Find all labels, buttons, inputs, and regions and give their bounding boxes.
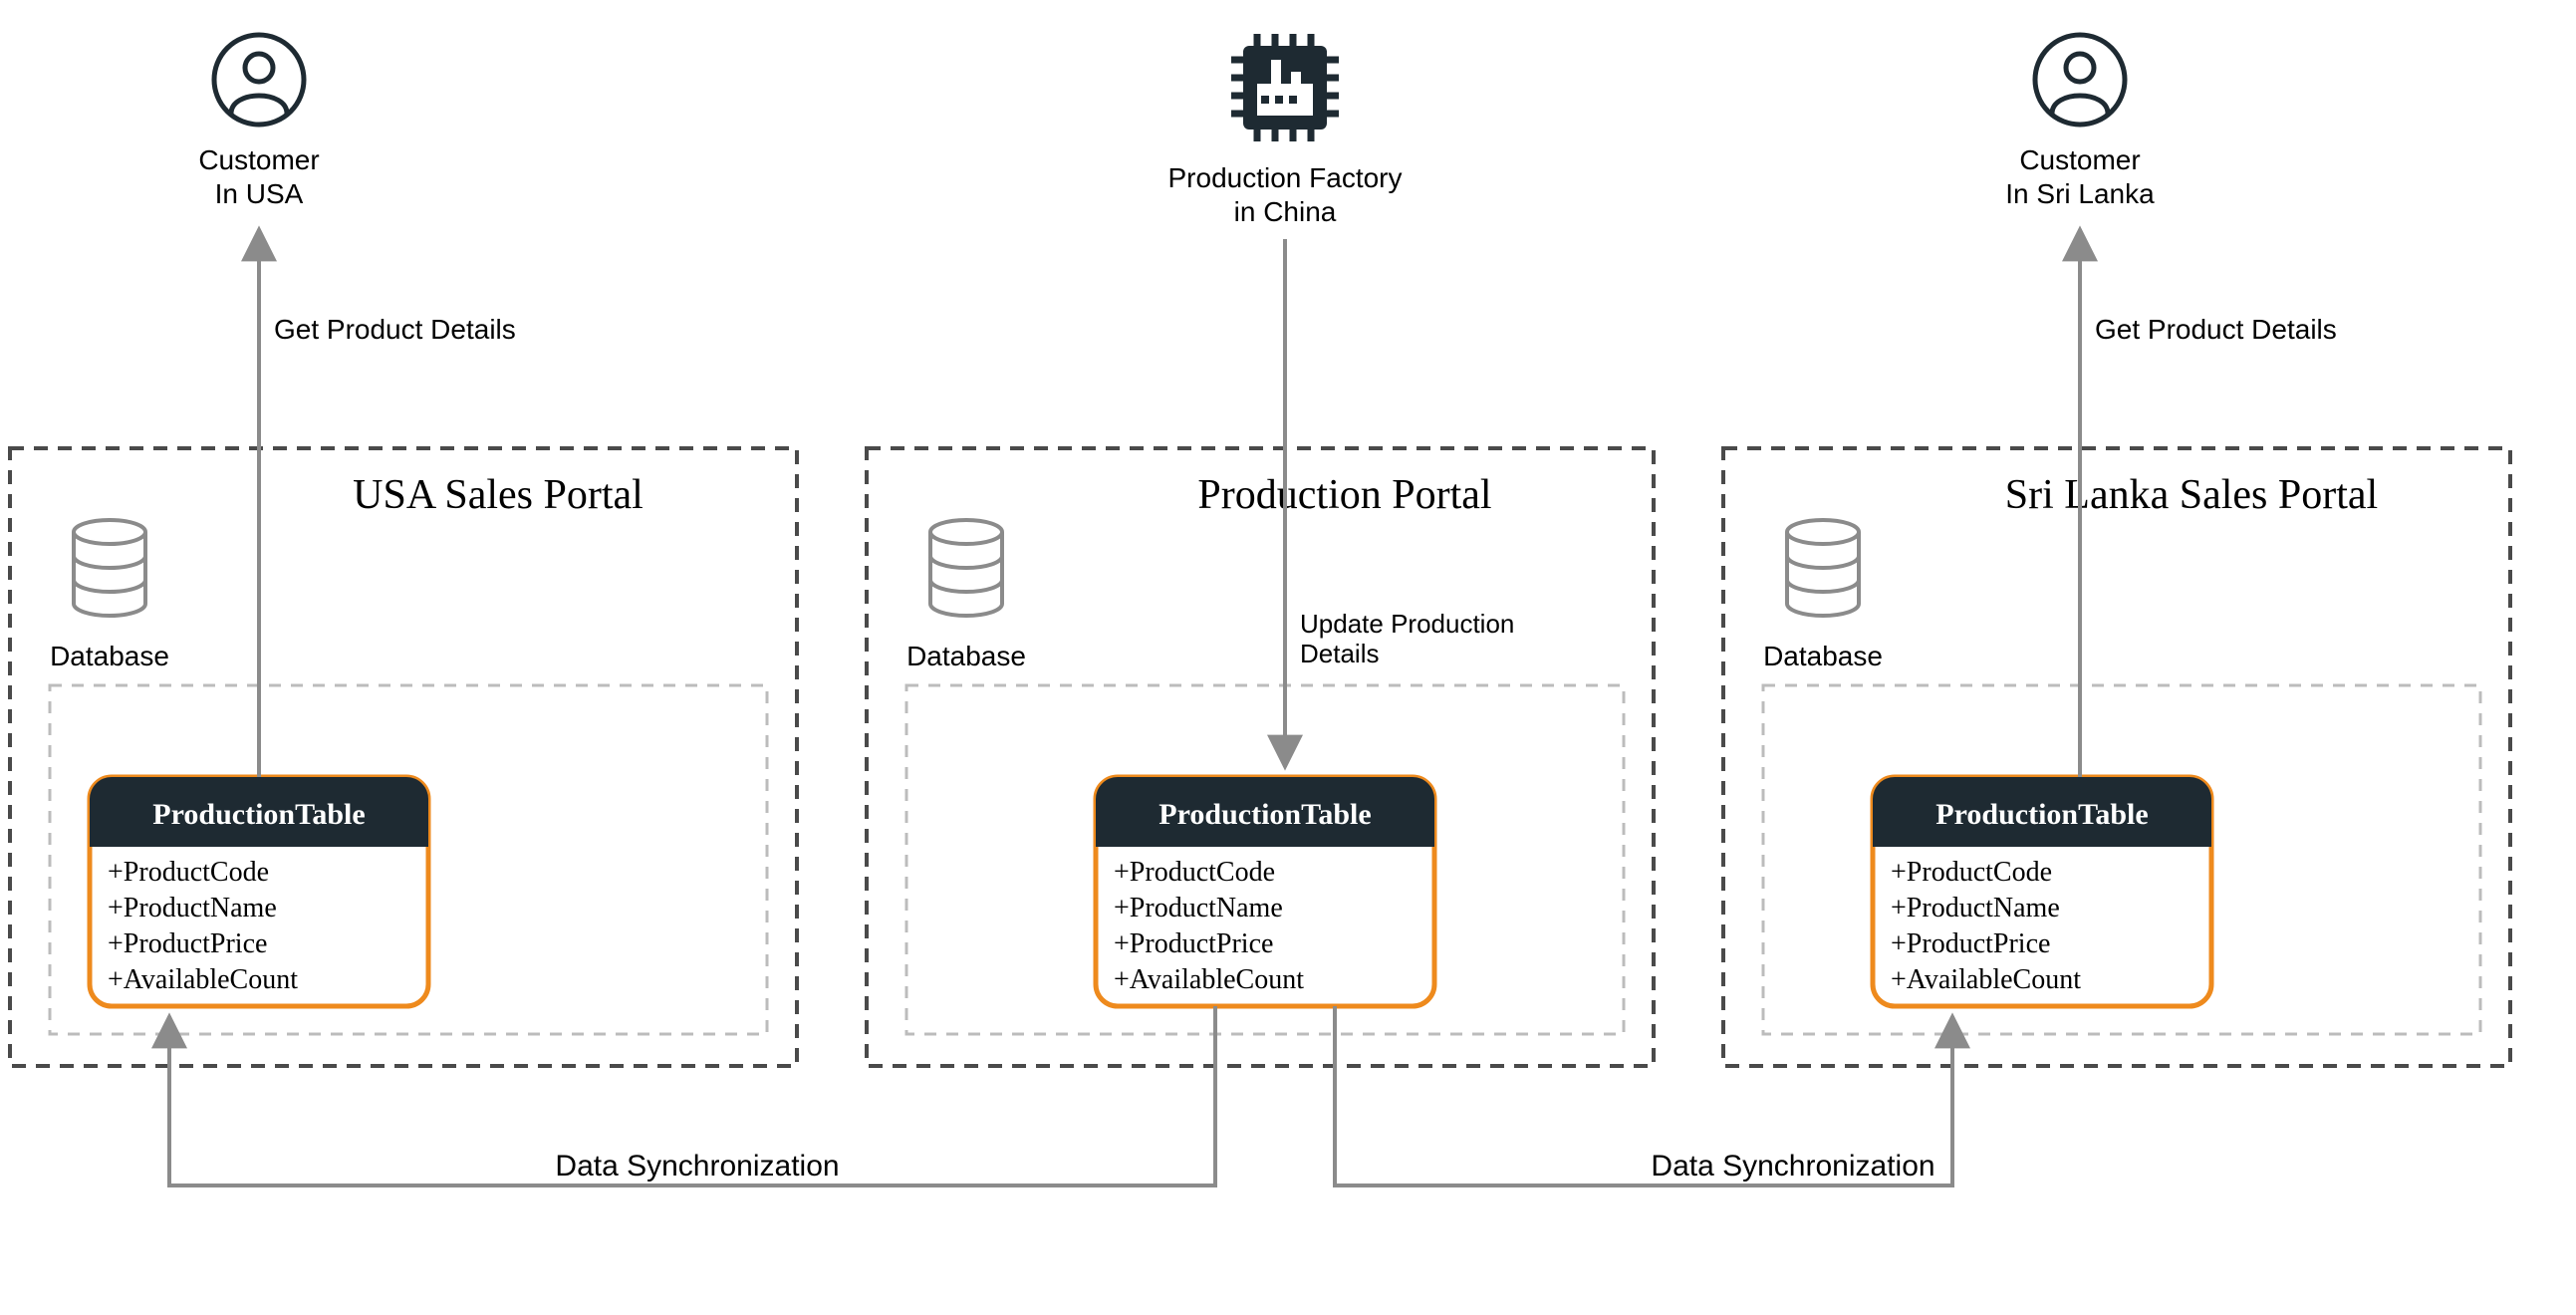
production-factory: Production Factory in China bbox=[1168, 34, 1403, 227]
production-table-production bbox=[1096, 777, 1434, 1006]
user-icon bbox=[214, 35, 304, 125]
actor-label: Customer bbox=[2019, 144, 2140, 175]
portal-sri-lanka: Sri Lanka Sales Portal Database bbox=[1723, 448, 2510, 1066]
database-icon bbox=[1787, 520, 1859, 616]
database-label: Database bbox=[906, 641, 1026, 671]
arrow-label: Details bbox=[1300, 639, 1379, 668]
database-icon bbox=[930, 520, 1002, 616]
portal-title: USA Sales Portal bbox=[353, 472, 644, 518]
factory-chip-icon bbox=[1231, 34, 1339, 141]
arrow-label: Get Product Details bbox=[274, 314, 516, 345]
architecture-diagram: ProductionTable +ProductCode +ProductNam… bbox=[0, 0, 2576, 1315]
customer-sri-lanka: Customer In Sri Lanka bbox=[2005, 35, 2155, 209]
actor-label: In USA bbox=[215, 178, 304, 209]
customer-usa: Customer In USA bbox=[198, 35, 319, 209]
arrow-label: Get Product Details bbox=[2095, 314, 2337, 345]
actor-label: in China bbox=[1234, 196, 1337, 227]
portal-usa: USA Sales Portal Database bbox=[10, 448, 797, 1066]
database-label: Database bbox=[50, 641, 169, 671]
actor-label: Production Factory bbox=[1168, 162, 1403, 193]
database-icon bbox=[74, 520, 145, 616]
arrow-label: Data Synchronization bbox=[555, 1150, 839, 1183]
user-icon bbox=[2035, 35, 2125, 125]
database-label: Database bbox=[1763, 641, 1883, 671]
actor-label: In Sri Lanka bbox=[2005, 178, 2155, 209]
arrow-label: Data Synchronization bbox=[1651, 1150, 1934, 1183]
portal-title: Production Portal bbox=[1197, 472, 1491, 518]
production-table-usa bbox=[90, 777, 428, 1006]
portal-title: Sri Lanka Sales Portal bbox=[2005, 472, 2378, 518]
arrow-label: Update Production bbox=[1300, 609, 1514, 639]
actor-label: Customer bbox=[198, 144, 319, 175]
production-table-sri-lanka bbox=[1873, 777, 2211, 1006]
portal-production: Production Portal Database bbox=[867, 448, 1654, 1066]
